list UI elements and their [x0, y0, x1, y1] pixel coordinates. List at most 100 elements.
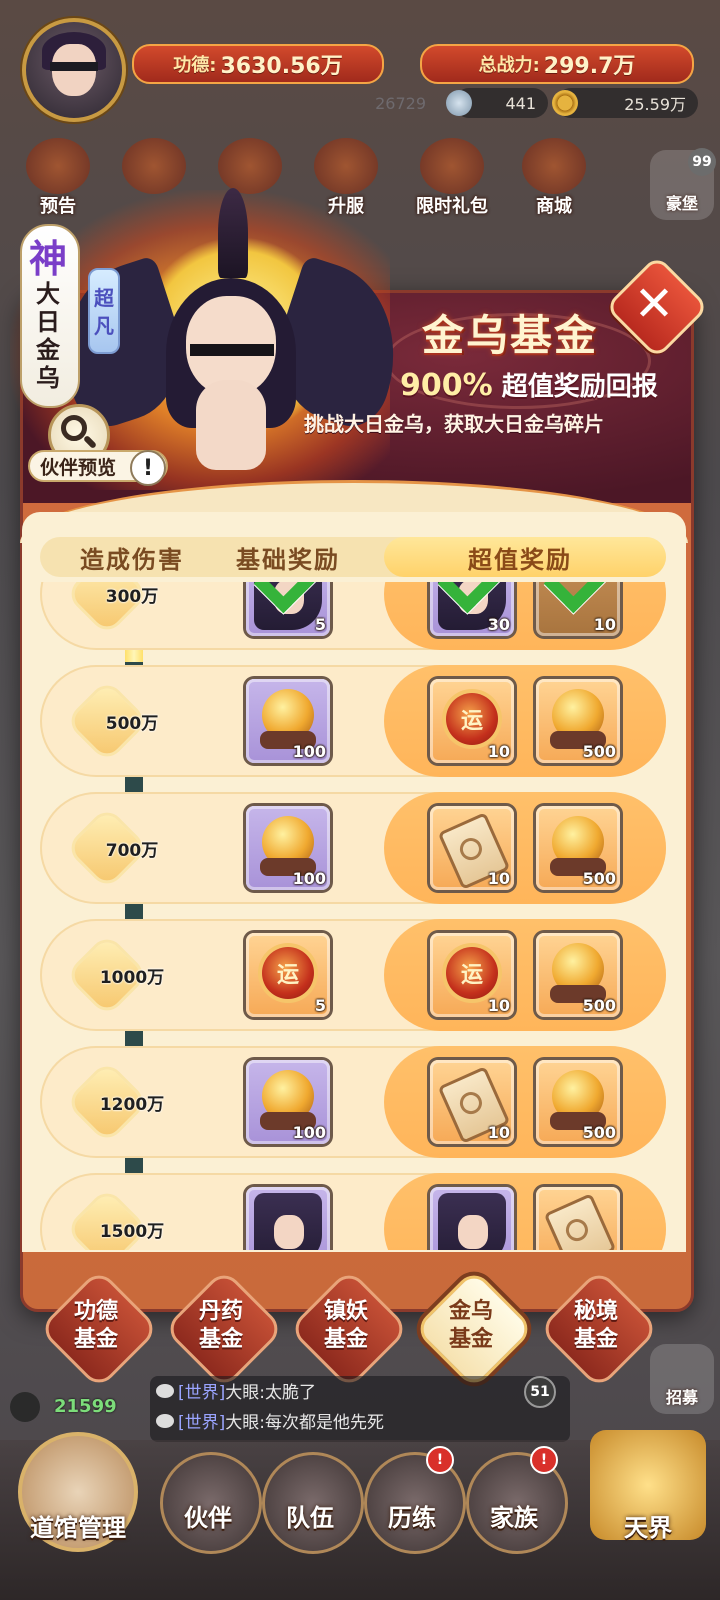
luck-token-char: 运 [460, 963, 483, 988]
super-reward-highlight [384, 792, 666, 904]
super-reward-highlight [384, 665, 666, 777]
reward-item[interactable]: 100 [246, 679, 330, 763]
gift-icon [420, 138, 484, 194]
item-count: 100 [292, 742, 326, 761]
limited-gift-button[interactable]: 限时礼包 [402, 138, 502, 218]
close-icon[interactable]: ✕ [620, 270, 688, 338]
reward-item[interactable]: 100 [246, 806, 330, 890]
item-count: 500 [582, 742, 616, 761]
claimed-check-icon [543, 582, 625, 614]
magnifier-handle [82, 434, 98, 450]
chat-bubble-icon [156, 1414, 174, 1428]
reward-item[interactable]: 500 [536, 679, 620, 763]
header-super-reward: 超值奖励 [468, 545, 572, 574]
hero-quality-badge: 超凡 [88, 268, 120, 354]
item-count: 500 [582, 869, 616, 888]
hero-shard-icon [438, 1193, 506, 1250]
fund-title: 金乌基金 [421, 311, 598, 360]
heaven-realm-label: 天界 [624, 1514, 672, 1542]
player-mini-icon [10, 1392, 40, 1422]
chat-channel: [世界] [178, 1413, 226, 1433]
shop-icon [522, 138, 586, 194]
reward-rows-scroll[interactable]: 300万 5 30 10 500万 100 运 10 500 700万 100 10 500 1000万运… [22, 582, 686, 1250]
tab-label: 秘境 基金 [573, 1299, 618, 1352]
item-count: 10 [487, 1123, 510, 1142]
fund-percent: 900% [400, 368, 493, 403]
threshold-label: 1500万 [99, 1222, 165, 1242]
reward-item[interactable]: 5 [246, 582, 335, 636]
threshold-label: 1200万 [99, 1095, 165, 1115]
reward-item[interactable]: 500 [536, 1060, 620, 1144]
super-reward-highlight [384, 919, 666, 1031]
fund-tab[interactable]: 秘境 基金 [538, 1268, 660, 1390]
threshold-label: 1000万 [99, 968, 165, 988]
tab-label: 丹药 基金 [198, 1299, 243, 1352]
item-count: 30 [487, 615, 510, 634]
magnifier-icon [61, 415, 87, 441]
chat-text: 大眼:每次都是他先死 [225, 1413, 384, 1433]
fund-tab[interactable]: 金乌 基金 [413, 1268, 535, 1390]
player-avatar[interactable] [22, 18, 126, 122]
reward-item[interactable]: 30 [430, 582, 519, 636]
tab-label: 金乌 基金 [448, 1299, 493, 1352]
luck-token-char: 运 [460, 709, 483, 734]
header-damage: 造成伤害 [80, 545, 184, 574]
item-count: 100 [292, 869, 326, 888]
reward-item[interactable]: 10 [430, 1060, 514, 1144]
preview-activity-icon [26, 138, 90, 194]
fund-tab[interactable]: 丹药 基金 [163, 1268, 285, 1390]
recruit-label: 招募 [665, 1388, 698, 1407]
avatar-blindfold [50, 62, 98, 71]
reward-item[interactable] [246, 1187, 330, 1250]
fund-description: 挑战大日金乌，获取大日金乌碎片 [304, 412, 604, 436]
hero-rank-char: 神 [28, 237, 67, 281]
reward-item[interactable]: 100 [246, 1060, 330, 1144]
activity-label: 限时礼包 [416, 196, 488, 217]
merit-label: 功德: [173, 55, 217, 76]
reward-item[interactable]: 10 [430, 806, 514, 890]
reward-item[interactable]: 运 10 [430, 679, 514, 763]
info-alert-icon[interactable]: ! [130, 450, 166, 486]
reward-item[interactable]: 500 [536, 806, 620, 890]
gold-coin-icon [552, 90, 578, 116]
chat-bubble-icon [156, 1384, 174, 1398]
threshold-label: 500万 [105, 714, 159, 734]
reward-item[interactable]: 运5 [246, 933, 330, 1017]
merit-value: 3630.56万 [220, 54, 343, 79]
item-count: 500 [582, 1123, 616, 1142]
reward-item[interactable] [536, 1187, 620, 1250]
item-count: 5 [314, 615, 326, 634]
notification-count-badge: 99 [688, 148, 716, 176]
item-count: 5 [314, 996, 326, 1015]
threshold-label: 300万 [105, 587, 159, 607]
upgrade-server-icon [314, 138, 378, 194]
reward-item[interactable] [430, 1187, 514, 1250]
power-label: 总战力: [478, 55, 540, 76]
dojo-manage-label: 道馆管理 [30, 1514, 126, 1542]
fund-tab[interactable]: 功德 基金 [38, 1268, 160, 1390]
super-reward-highlight [384, 582, 666, 650]
item-count: 100 [292, 1123, 326, 1142]
chat-unread-badge: 51 [524, 1376, 556, 1408]
family-alert-icon: ! [530, 1446, 558, 1474]
luck-token-char: 运 [276, 963, 299, 988]
chat-line: [世界]大眼:每次都是他先死 [178, 1408, 384, 1433]
activity-icon [218, 138, 282, 194]
hero-name: 大日金乌 [36, 280, 60, 392]
super-reward-highlight [384, 1046, 666, 1158]
shop-button[interactable]: 商城 [514, 138, 594, 218]
reward-item[interactable]: 500 [536, 933, 620, 1017]
chat-channel: [世界] [178, 1383, 226, 1403]
pearl-icon [446, 90, 472, 116]
online-count: 21599 [54, 1396, 117, 1417]
reward-item[interactable]: 运 10 [430, 933, 514, 1017]
super-reward-highlight [384, 1173, 666, 1250]
scroll-icon [543, 1193, 617, 1250]
reward-item[interactable]: 10 [536, 582, 625, 636]
power-bar: 总战力: 299.7万 [420, 44, 694, 84]
activity-icon [122, 138, 186, 194]
family-nav-label: 家族 [490, 1504, 538, 1532]
partner-preview-text: 伙伴预览 [40, 456, 117, 479]
fund-tab[interactable]: 镇妖 基金 [288, 1268, 410, 1390]
recruit-button[interactable]: 招募 [650, 1344, 714, 1414]
